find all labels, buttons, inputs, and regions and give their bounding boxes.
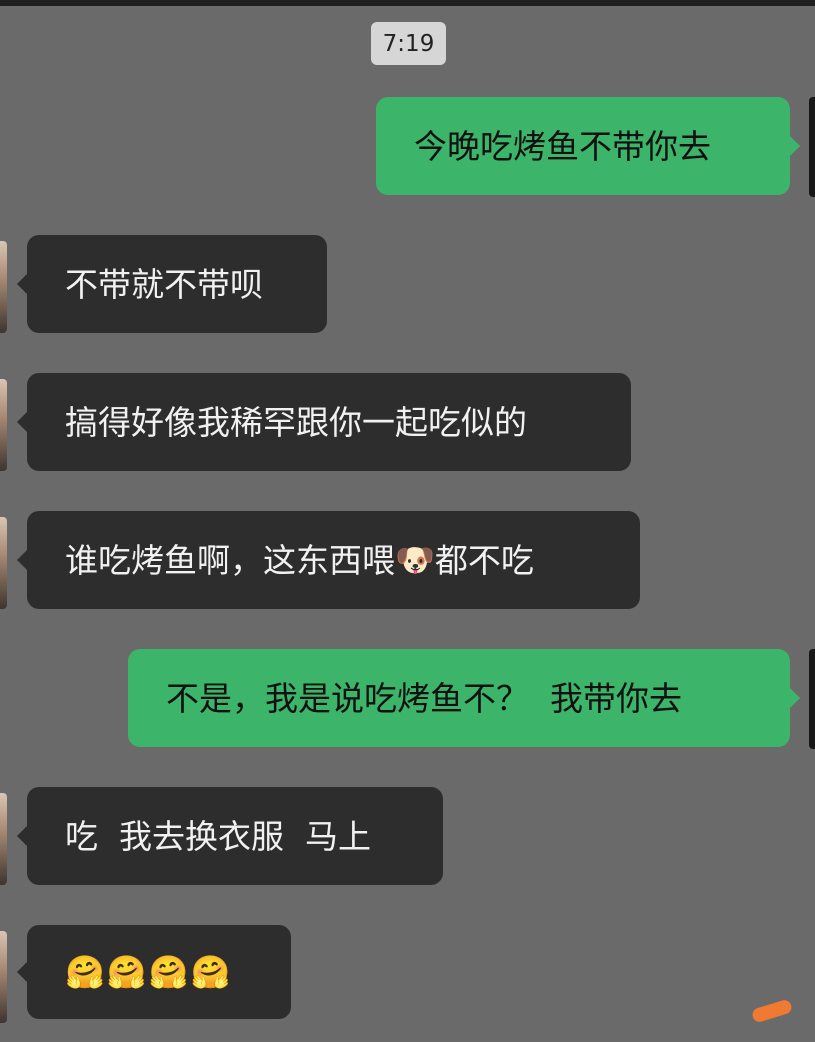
- status-bar: [0, 0, 815, 6]
- hugging-face-icon: 🤗: [190, 953, 231, 991]
- message-text: 不是，我是说吃烤鱼不？ 我带你去: [166, 678, 682, 718]
- my-avatar[interactable]: [809, 97, 815, 197]
- message-text: 吃 我去换衣服 马上: [65, 816, 371, 856]
- hugging-face-icon: 🤗: [65, 953, 105, 991]
- contact-avatar[interactable]: [0, 517, 7, 609]
- incoming-message[interactable]: 谁吃烤鱼啊，这东西喂 🐶 都不吃: [17, 511, 640, 609]
- orange-mark: [750, 998, 794, 1024]
- hugging-face-icon: 🤗: [106, 953, 147, 991]
- outgoing-message[interactable]: 今晚吃烤鱼不带你去: [376, 97, 800, 195]
- contact-avatar[interactable]: [0, 379, 7, 471]
- incoming-message[interactable]: 不带就不带呗: [17, 235, 327, 333]
- outgoing-message[interactable]: 不是，我是说吃烤鱼不？ 我带你去: [128, 649, 800, 747]
- incoming-message[interactable]: 🤗 🤗 🤗 🤗: [17, 925, 291, 1019]
- message-text: 今晚吃烤鱼不带你去: [414, 126, 711, 166]
- message-text: 都不吃: [434, 540, 534, 580]
- message-text: 谁吃烤鱼啊，这东西喂: [65, 540, 395, 580]
- contact-avatar[interactable]: [0, 931, 7, 1023]
- timestamp: 7:19: [371, 22, 446, 65]
- hugging-face-icon: 🤗: [148, 953, 189, 991]
- contact-avatar[interactable]: [0, 241, 7, 333]
- dog-face-icon: 🐶: [395, 541, 435, 579]
- incoming-message[interactable]: 搞得好像我稀罕跟你一起吃似的: [17, 373, 631, 471]
- message-text: 不带就不带呗: [65, 264, 263, 304]
- incoming-message[interactable]: 吃 我去换衣服 马上: [17, 787, 443, 885]
- message-text: 搞得好像我稀罕跟你一起吃似的: [65, 402, 527, 442]
- my-avatar[interactable]: [809, 649, 815, 749]
- contact-avatar[interactable]: [0, 793, 7, 885]
